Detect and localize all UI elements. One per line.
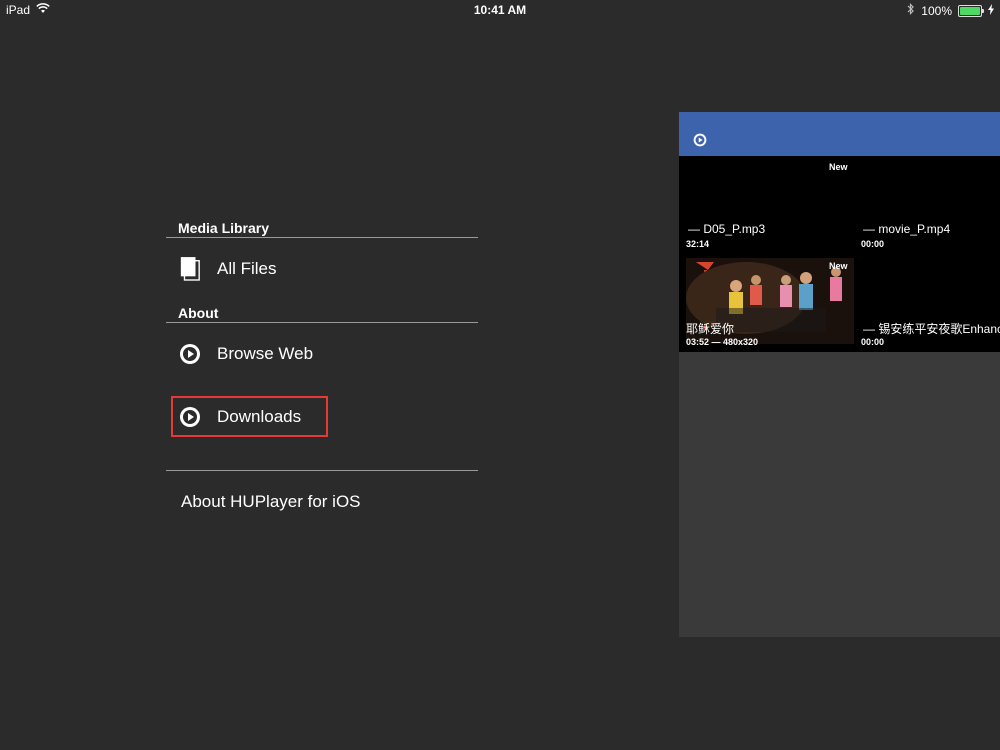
play-circle-icon[interactable]	[693, 133, 707, 152]
new-badge: New	[829, 162, 848, 172]
preview-panel: New — D05_P.mp3 32:14 — movie_P.mp4 00:0…	[679, 112, 1000, 637]
divider	[166, 237, 478, 238]
media-title: — D05_P.mp3	[688, 222, 766, 236]
files-icon	[179, 257, 201, 281]
media-duration: 00:00	[861, 239, 885, 249]
divider	[166, 322, 478, 323]
status-time: 10:41 AM	[473, 3, 527, 17]
media-duration: 32:14	[686, 239, 710, 249]
media-duration: 00:00	[861, 337, 885, 347]
battery-percent: 100%	[921, 3, 952, 18]
media-title: — movie_P.mp4	[863, 222, 951, 236]
media-library-header: Media Library	[178, 220, 270, 236]
menu-item-browse-web[interactable]: Browse Web	[166, 332, 478, 376]
menu-item-about-app[interactable]: About HUPlayer for iOS	[166, 480, 478, 524]
navigation-bar	[679, 112, 1000, 156]
browse-web-label: Browse Web	[217, 344, 314, 363]
play-circle-icon	[179, 343, 201, 365]
battery-icon	[958, 4, 984, 17]
media-grid: New — D05_P.mp3 32:14 — movie_P.mp4 00:0…	[679, 156, 1000, 352]
about-app-label: About HUPlayer for iOS	[181, 492, 361, 511]
downloads-highlight-box	[171, 396, 328, 437]
new-badge: New	[829, 261, 848, 271]
media-title: — 锡安练平安夜歌Enhance	[863, 322, 1000, 336]
menu-item-all-files[interactable]: All Files	[166, 247, 478, 291]
all-files-label: All Files	[217, 259, 277, 278]
charging-icon	[988, 3, 994, 18]
status-bar: iPad 10:41 AM 100%	[0, 0, 1000, 20]
media-duration: 03:52 — 480x320	[686, 337, 759, 347]
about-header: About	[178, 305, 219, 321]
divider	[166, 470, 478, 471]
bluetooth-icon	[907, 3, 915, 18]
media-title: 耶稣爱你	[686, 322, 735, 336]
